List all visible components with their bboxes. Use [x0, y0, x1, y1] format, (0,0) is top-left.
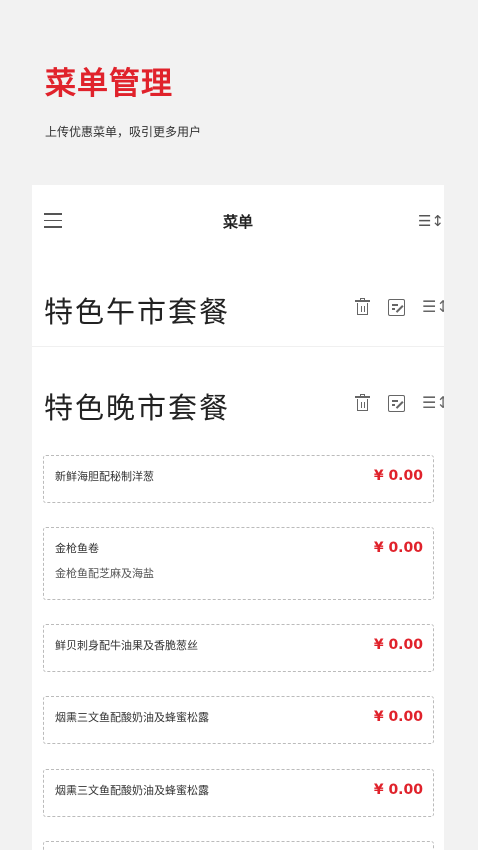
menu-item[interactable]: 鲜贝刺身配牛油果及香脆葱丝 ¥ 0.00 [43, 624, 434, 672]
item-desc: 金枪鱼配芝麻及海盐 [55, 567, 154, 580]
item-price: ¥ 0.00 [373, 468, 423, 484]
section-lunch[interactable]: 特色午市套餐 ☰↕ [32, 277, 444, 347]
page-header: 菜单管理 上传优惠菜单，吸引更多用户 [45, 64, 201, 140]
menu-card: 菜单 ☰↕ 特色午市套餐 ☰↕ 特色晚市套餐 ☰↕ 新鲜海胆配秘制洋葱 ¥ 0.… [32, 185, 444, 850]
item-price: ¥ 0.00 [373, 637, 423, 653]
menu-topbar: 菜单 ☰↕ [32, 185, 444, 257]
item-name: 新鲜海胆配秘制洋葱 [55, 470, 154, 483]
item-name: 烟熏三文鱼配酸奶油及蜂蜜松露 [55, 784, 209, 797]
item-price: ¥ 0.00 [373, 709, 423, 725]
menu-item[interactable]: 烟熏三文鱼配酸奶油及蜂蜜松露 ¥ 0.00 [43, 696, 434, 744]
edit-icon[interactable] [386, 393, 406, 413]
page-title: 菜单管理 [45, 66, 173, 102]
menu-item[interactable] [43, 841, 434, 850]
item-name: 烟熏三文鱼配酸奶油及蜂蜜松露 [55, 711, 209, 724]
section-dinner[interactable]: 特色晚市套餐 ☰↕ [32, 373, 444, 443]
sort-icon[interactable]: ☰↕ [422, 297, 444, 317]
menu-item[interactable]: 新鲜海胆配秘制洋葱 ¥ 0.00 [43, 455, 434, 503]
section-title: 特色晚市套餐 [44, 391, 231, 425]
sort-icon[interactable]: ☰↕ [418, 212, 444, 230]
sort-icon[interactable]: ☰↕ [422, 393, 444, 413]
item-name: 鲜贝刺身配牛油果及香脆葱丝 [55, 639, 198, 652]
page-subtitle: 上传优惠菜单，吸引更多用户 [45, 125, 202, 139]
item-price: ¥ 0.00 [373, 782, 423, 798]
section-title: 特色午市套餐 [44, 295, 231, 329]
menu-item[interactable]: 金枪鱼卷 金枪鱼配芝麻及海盐 ¥ 0.00 [43, 527, 434, 600]
menu-title: 菜单 [222, 213, 253, 231]
item-name: 金枪鱼卷 [55, 542, 99, 555]
delete-icon[interactable] [352, 393, 372, 413]
menu-item[interactable]: 烟熏三文鱼配酸奶油及蜂蜜松露 ¥ 0.00 [43, 769, 434, 817]
delete-icon[interactable] [352, 297, 372, 317]
edit-icon[interactable] [386, 297, 406, 317]
item-price: ¥ 0.00 [373, 540, 423, 556]
